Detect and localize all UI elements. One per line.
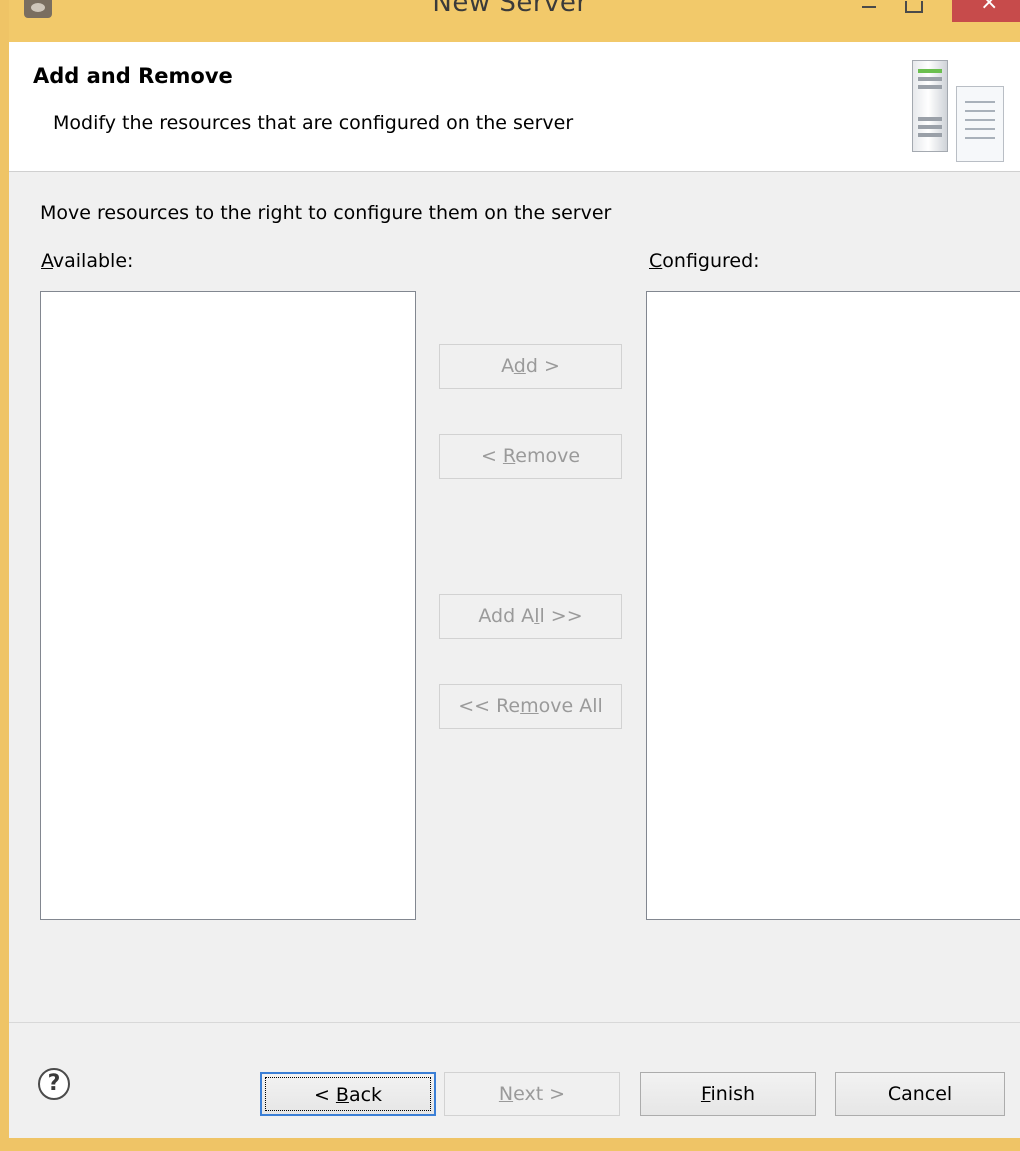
title-bar[interactable]: New Server xyxy=(0,0,1020,42)
next-button-mnemonic: N xyxy=(498,1083,514,1105)
document-icon xyxy=(956,86,1004,162)
wizard-dialog: Add and Remove Modify the resources that… xyxy=(9,42,1020,1138)
add-button-mnemonic: d xyxy=(513,355,526,377)
instructions-text: Move resources to the right to configure… xyxy=(40,202,612,224)
help-question-icon[interactable]: ? xyxy=(38,1068,70,1100)
available-label-mnemonic: A xyxy=(41,250,53,272)
remove-all-button-mnemonic: m xyxy=(520,695,539,717)
page-description: Modify the resources that are configured… xyxy=(53,112,574,134)
remove-button-text-post: emove xyxy=(515,445,581,467)
wizard-header: Add and Remove Modify the resources that… xyxy=(9,42,1020,172)
available-label-text: vailable: xyxy=(52,250,134,272)
add-all-button[interactable]: Add All >> xyxy=(439,594,622,639)
finish-button-mnemonic: F xyxy=(700,1083,711,1105)
configured-label-text: onfigured: xyxy=(662,250,760,272)
close-icon[interactable] xyxy=(952,0,1020,22)
next-button-text-post: ext > xyxy=(513,1083,566,1105)
add-button-text-pre: A xyxy=(501,355,514,377)
finish-button[interactable]: Finish xyxy=(640,1072,816,1116)
remove-all-button-text-pre: << Re xyxy=(458,695,521,717)
page-title: Add and Remove xyxy=(33,64,233,88)
server-wizard-banner-icon xyxy=(902,58,1020,162)
remove-button-mnemonic: R xyxy=(502,445,516,467)
maximize-icon[interactable] xyxy=(903,0,923,14)
back-button[interactable]: < Back xyxy=(260,1072,436,1116)
available-resources-list[interactable] xyxy=(40,291,416,920)
remove-all-button-text-post: ove All xyxy=(538,695,603,717)
configured-label-mnemonic: C xyxy=(649,250,663,272)
available-label: Available: xyxy=(41,250,133,272)
configured-resources-list[interactable] xyxy=(646,291,1020,920)
remove-button-text-pre: < xyxy=(480,445,503,467)
add-all-button-text-post: l >> xyxy=(539,605,583,627)
remove-button[interactable]: < Remove xyxy=(439,434,622,479)
remove-all-button[interactable]: << Remove All xyxy=(439,684,622,729)
new-server-window: New Server Add and Remove Modify the res… xyxy=(0,0,1020,1151)
configured-label: Configured: xyxy=(649,250,760,272)
cancel-button[interactable]: Cancel xyxy=(835,1072,1005,1116)
add-all-button-text-pre: Add A xyxy=(478,605,535,627)
back-button-mnemonic: B xyxy=(335,1084,349,1106)
window-frame-bottom xyxy=(0,1138,1020,1151)
back-button-text-post: ack xyxy=(348,1084,383,1106)
finish-button-text-post: inish xyxy=(710,1083,756,1105)
minimize-icon[interactable] xyxy=(860,0,880,14)
add-button-text-post: d > xyxy=(525,355,560,377)
window-frame-left xyxy=(0,0,9,1151)
footer-divider xyxy=(9,1022,1020,1023)
server-tower-icon xyxy=(912,60,948,152)
add-button[interactable]: Add > xyxy=(439,344,622,389)
next-button[interactable]: Next > xyxy=(444,1072,620,1116)
back-button-text-pre: < xyxy=(313,1084,336,1106)
